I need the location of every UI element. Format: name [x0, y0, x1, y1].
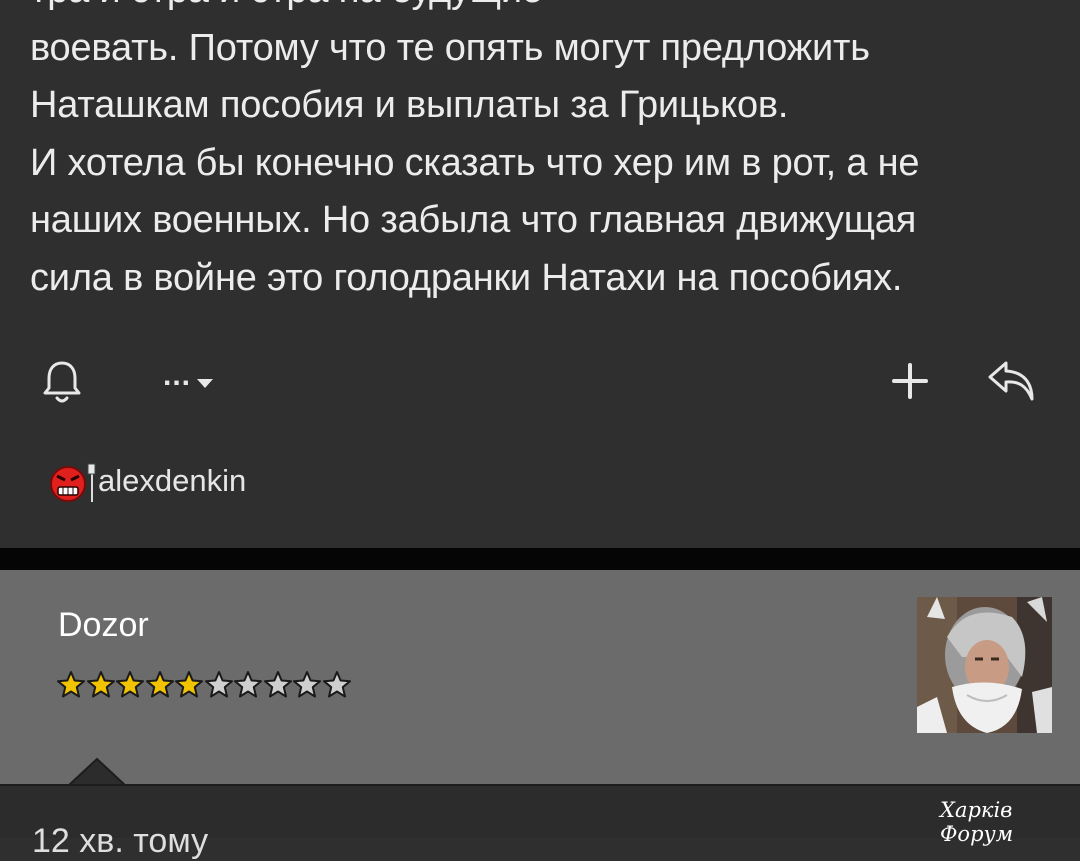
forum-watermark: Харків Форум — [940, 798, 1014, 846]
star-empty-icon — [234, 671, 262, 698]
star-empty-icon — [204, 671, 233, 698]
rating-stars — [56, 670, 351, 698]
signature-text: alexdenkin — [98, 463, 247, 498]
star-filled-icon — [145, 671, 174, 698]
bell-icon — [43, 361, 81, 403]
post-divider — [0, 548, 1080, 570]
plus-icon — [892, 363, 928, 399]
caret-down-icon — [197, 378, 213, 388]
post-text-line: сила в войне это голодранки Натахи на по… — [30, 256, 903, 299]
more-label: ... — [162, 359, 191, 392]
add-button[interactable] — [886, 357, 934, 405]
star-empty-icon — [263, 671, 292, 698]
angry-smiley-icon — [50, 463, 96, 502]
star-empty-icon — [293, 671, 321, 698]
more-options-button[interactable]: ... — [148, 359, 228, 403]
star-filled-icon — [116, 671, 144, 698]
post-actions: ... — [0, 355, 1080, 415]
post-text-line: воевать. Потому что те опять могут предл… — [30, 26, 870, 69]
signature: alexdenkin — [46, 458, 246, 504]
post-body: тра и стра и стра на будущие воевать. По… — [0, 0, 1080, 548]
star-filled-icon — [57, 671, 85, 698]
star-empty-icon — [322, 671, 351, 698]
post-text-line: тра и стра и стра на будущие — [30, 0, 1060, 20]
author-name[interactable]: Dozor — [58, 606, 149, 645]
avatar-image — [917, 597, 1052, 733]
reply-icon — [988, 361, 1034, 401]
post-text: тра и стра и стра на будущие воевать. По… — [30, 0, 1060, 307]
post-text-line: И хотела бы конечно сказать что хер им в… — [30, 141, 920, 184]
post-text-line: Наташкам пособия и выплаты за Грицьков. — [30, 84, 789, 126]
post-time: 12 хв. тому — [32, 822, 209, 860]
next-post-header: Dozor — [0, 570, 1080, 784]
post-text-line: наших военных. Но забыла что главная дви… — [30, 199, 917, 241]
reply-button[interactable] — [984, 357, 1040, 407]
speech-pointer — [66, 757, 128, 787]
star-filled-icon — [86, 671, 115, 698]
notify-button[interactable] — [40, 357, 84, 407]
star-filled-icon — [175, 671, 203, 698]
avatar[interactable] — [917, 597, 1052, 733]
